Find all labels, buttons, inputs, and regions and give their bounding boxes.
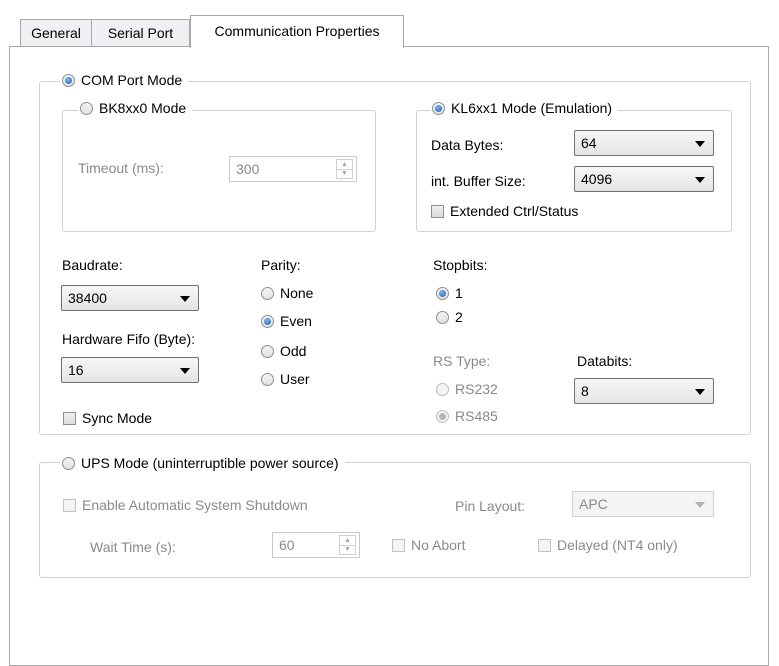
bk-mode-radio[interactable]: BK8xx0 Mode (78, 100, 193, 116)
databits-value: 8 (581, 383, 589, 399)
data-bytes-value: 64 (581, 135, 597, 151)
radio-icon (80, 101, 93, 115)
baudrate-select[interactable]: 38400 (61, 285, 199, 311)
ups-mode-label: UPS Mode (uninterruptible power source) (81, 455, 339, 471)
enable-shutdown-label: Enable Automatic System Shutdown (82, 497, 308, 513)
radio-icon (62, 73, 75, 87)
parity-even-radio[interactable]: Even (261, 313, 312, 329)
bk-mode-label: BK8xx0 Mode (99, 100, 187, 116)
radio-icon (261, 372, 274, 386)
enable-shutdown-checkbox[interactable]: Enable Automatic System Shutdown (63, 497, 308, 513)
stopbits-2-radio[interactable]: 2 (436, 309, 463, 325)
pin-layout-select[interactable]: APC (572, 491, 714, 517)
spinner-buttons[interactable]: ▲ ▼ (339, 535, 356, 555)
rs232-label: RS232 (455, 381, 498, 397)
parity-even-label: Even (280, 313, 312, 329)
no-abort-checkbox[interactable]: No Abort (392, 537, 465, 553)
radio-icon (261, 344, 274, 358)
tab-serial-port[interactable]: Serial Port (91, 19, 190, 47)
fifo-label: Hardware Fifo (Byte): (62, 331, 196, 347)
radio-icon (436, 310, 449, 324)
timeout-spinner[interactable]: 300 ▲ ▼ (229, 156, 357, 182)
chevron-down-icon (695, 502, 705, 508)
chevron-down-icon (180, 296, 190, 302)
delayed-checkbox[interactable]: Delayed (NT4 only) (538, 537, 678, 553)
parity-none-label: None (280, 285, 314, 301)
baudrate-value: 38400 (68, 290, 107, 306)
stopbits-label: Stopbits: (433, 257, 488, 273)
data-bytes-select[interactable]: 64 (574, 130, 714, 156)
fifo-value: 16 (68, 362, 84, 378)
baudrate-label: Baudrate: (62, 257, 123, 273)
extended-ctrl-checkbox[interactable]: Extended Ctrl/Status (431, 203, 578, 219)
down-arrow-icon[interactable]: ▼ (337, 170, 352, 179)
chevron-down-icon (180, 368, 190, 374)
parity-odd-radio[interactable]: Odd (261, 343, 306, 359)
tab-general[interactable]: General (20, 19, 92, 47)
rs485-radio[interactable]: RS485 (436, 408, 498, 424)
parity-odd-label: Odd (280, 343, 307, 359)
spinner-buttons[interactable]: ▲ ▼ (336, 159, 353, 179)
delayed-label: Delayed (NT4 only) (557, 537, 678, 553)
buffer-size-select[interactable]: 4096 (574, 166, 714, 192)
kl-mode-radio[interactable]: KL6xx1 Mode (Emulation) (430, 100, 619, 116)
radio-icon (261, 286, 274, 300)
databits-select[interactable]: 8 (574, 378, 714, 404)
fifo-select[interactable]: 16 (61, 357, 199, 383)
stopbits-2-label: 2 (455, 309, 463, 325)
extended-ctrl-label: Extended Ctrl/Status (450, 203, 579, 219)
wait-time-value: 60 (279, 537, 295, 553)
stopbits-1-label: 1 (455, 285, 463, 301)
sync-mode-checkbox[interactable]: Sync Mode (63, 410, 152, 426)
tab-communication-properties[interactable]: Communication Properties (190, 15, 404, 48)
up-arrow-icon[interactable]: ▲ (337, 160, 352, 170)
buffer-size-label: int. Buffer Size: (431, 173, 526, 189)
pin-layout-value: APC (579, 496, 608, 512)
data-bytes-label: Data Bytes: (431, 137, 504, 153)
timeout-value: 300 (236, 161, 260, 177)
parity-user-radio[interactable]: User (261, 371, 310, 387)
rs485-label: RS485 (455, 408, 498, 424)
chevron-down-icon (695, 177, 705, 183)
parity-label: Parity: (261, 257, 301, 273)
radio-icon (62, 456, 75, 470)
checkbox-icon (392, 538, 405, 552)
com-port-mode-label: COM Port Mode (81, 72, 183, 88)
parity-none-radio[interactable]: None (261, 285, 313, 301)
databits-label: Databits: (577, 353, 633, 369)
buffer-size-value: 4096 (581, 171, 613, 187)
checkbox-icon (538, 538, 551, 552)
checkbox-icon (431, 204, 444, 218)
pin-layout-label: Pin Layout: (455, 498, 526, 514)
radio-icon (436, 409, 449, 423)
radio-icon (436, 382, 449, 396)
parity-user-label: User (280, 371, 310, 387)
com-port-mode-radio[interactable]: COM Port Mode (60, 72, 189, 88)
radio-icon (436, 286, 449, 300)
wait-time-spinner[interactable]: 60 ▲ ▼ (272, 532, 360, 558)
ups-mode-group (39, 462, 751, 578)
chevron-down-icon (695, 389, 705, 395)
checkbox-icon (63, 498, 76, 512)
checkbox-icon (63, 411, 76, 425)
sync-mode-label: Sync Mode (82, 410, 153, 426)
up-arrow-icon[interactable]: ▲ (340, 536, 355, 546)
timeout-label: Timeout (ms): (78, 160, 164, 176)
radio-icon (432, 101, 445, 115)
rs-type-label: RS Type: (433, 353, 491, 369)
radio-icon (261, 314, 274, 328)
no-abort-label: No Abort (411, 537, 466, 553)
kl-mode-label: KL6xx1 Mode (Emulation) (451, 100, 613, 116)
down-arrow-icon[interactable]: ▼ (340, 546, 355, 555)
ups-mode-radio[interactable]: UPS Mode (uninterruptible power source) (60, 455, 345, 471)
stopbits-1-radio[interactable]: 1 (436, 285, 463, 301)
rs232-radio[interactable]: RS232 (436, 381, 498, 397)
chevron-down-icon (695, 141, 705, 147)
wait-time-label: Wait Time (s): (90, 539, 176, 555)
